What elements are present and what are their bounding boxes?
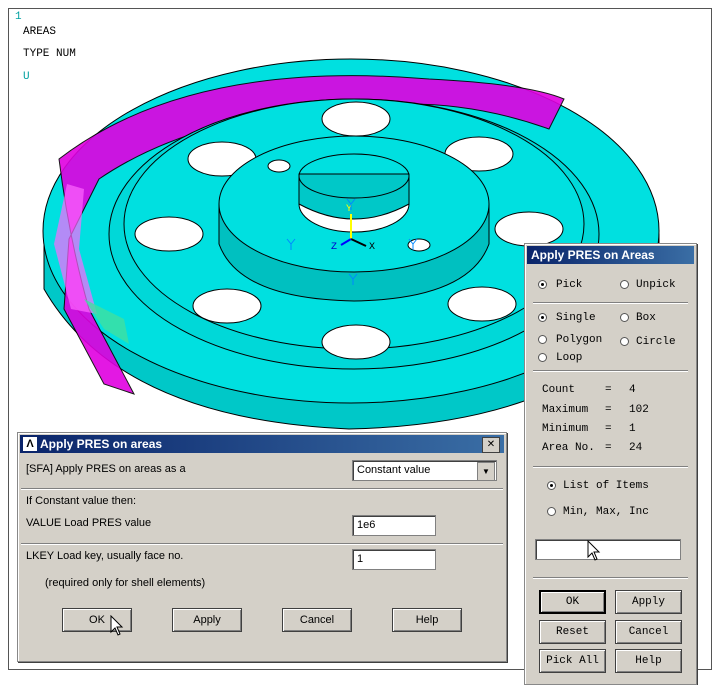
picker-title: Apply PRES on Areas: [527, 246, 694, 264]
unpick-label: Unpick: [636, 279, 676, 291]
apply-button[interactable]: Apply: [172, 608, 242, 632]
help-button[interactable]: Help: [615, 649, 682, 673]
minimum-label: Minimum: [542, 423, 589, 435]
picker-dialog: Apply PRES on Areas Pick Unpick Single B…: [524, 243, 697, 685]
min-max-inc-radio[interactable]: [547, 507, 556, 516]
separator: [533, 370, 688, 372]
loop-label: Loop: [556, 352, 583, 364]
circle-radio[interactable]: [620, 337, 629, 346]
single-radio[interactable]: [538, 313, 547, 322]
pin-hole-right: [407, 238, 431, 252]
pin-hole-left: [267, 159, 291, 173]
sfa-select-value: Constant value: [357, 464, 431, 476]
area-label: Area No.: [542, 442, 595, 454]
polygon-label: Polygon: [556, 334, 603, 346]
ok-button[interactable]: OK: [539, 590, 606, 614]
maximum-value: 102: [629, 404, 649, 416]
axis-x-label: X: [369, 242, 375, 253]
circle-label: Circle: [636, 336, 676, 348]
value-input[interactable]: 1e6: [352, 515, 436, 536]
single-label: Single: [556, 312, 596, 324]
cancel-button[interactable]: Cancel: [282, 608, 352, 632]
min-max-inc-label: Min, Max, Inc: [563, 506, 649, 518]
separator: [533, 577, 688, 579]
separator: [21, 543, 503, 545]
separator: [21, 488, 503, 490]
lkey-note: (required only for shell elements): [45, 577, 206, 589]
list-items-radio[interactable]: [547, 481, 556, 490]
pick-entry-input[interactable]: [535, 539, 681, 560]
if-constant-label: If Constant value then:: [26, 495, 137, 507]
help-button[interactable]: Help: [392, 608, 462, 632]
polygon-radio[interactable]: [538, 335, 547, 344]
pick-all-button[interactable]: Pick All: [539, 649, 606, 673]
mouse-cursor-icon: [110, 615, 124, 636]
lkey-label: LKEY Load key, usually face no.: [26, 550, 184, 562]
box-label: Box: [636, 312, 656, 324]
minimum-value: 1: [629, 423, 636, 435]
eq-sign: =: [605, 404, 612, 416]
sfa-label: [SFA] Apply PRES on areas as a: [26, 463, 186, 475]
list-items-label: List of Items: [563, 480, 649, 492]
reset-button[interactable]: Reset: [539, 620, 606, 644]
value-label: VALUE Load PRES value: [26, 517, 152, 529]
pick-radio[interactable]: [538, 280, 547, 289]
chevron-down-icon[interactable]: ▼: [477, 462, 495, 481]
ansys-logo-icon: Λ: [23, 437, 37, 451]
apply-button[interactable]: Apply: [615, 590, 682, 614]
count-value: 4: [629, 384, 636, 396]
box-radio[interactable]: [620, 313, 629, 322]
loop-radio[interactable]: [538, 353, 547, 362]
unpick-radio[interactable]: [620, 280, 629, 289]
cancel-button[interactable]: Cancel: [615, 620, 682, 644]
count-label: Count: [542, 384, 576, 396]
area-value: 24: [629, 442, 643, 454]
pres-dialog-title: Apply PRES on areas: [20, 435, 504, 453]
separator: [533, 466, 688, 468]
lkey-input[interactable]: 1: [352, 549, 436, 570]
eq-sign: =: [605, 423, 612, 435]
axis-z-label: Z: [331, 242, 337, 253]
maximum-label: Maximum: [542, 404, 589, 416]
sfa-select[interactable]: Constant value ▼: [352, 460, 497, 481]
pick-label: Pick: [556, 279, 583, 291]
mouse-cursor-icon: [587, 540, 601, 561]
eq-sign: =: [605, 384, 612, 396]
eq-sign: =: [605, 442, 612, 454]
separator: [533, 302, 688, 304]
pres-dialog: Apply PRES on areas Λ ✕ [SFA] Apply PRES…: [17, 432, 507, 662]
close-button[interactable]: ✕: [482, 437, 500, 453]
